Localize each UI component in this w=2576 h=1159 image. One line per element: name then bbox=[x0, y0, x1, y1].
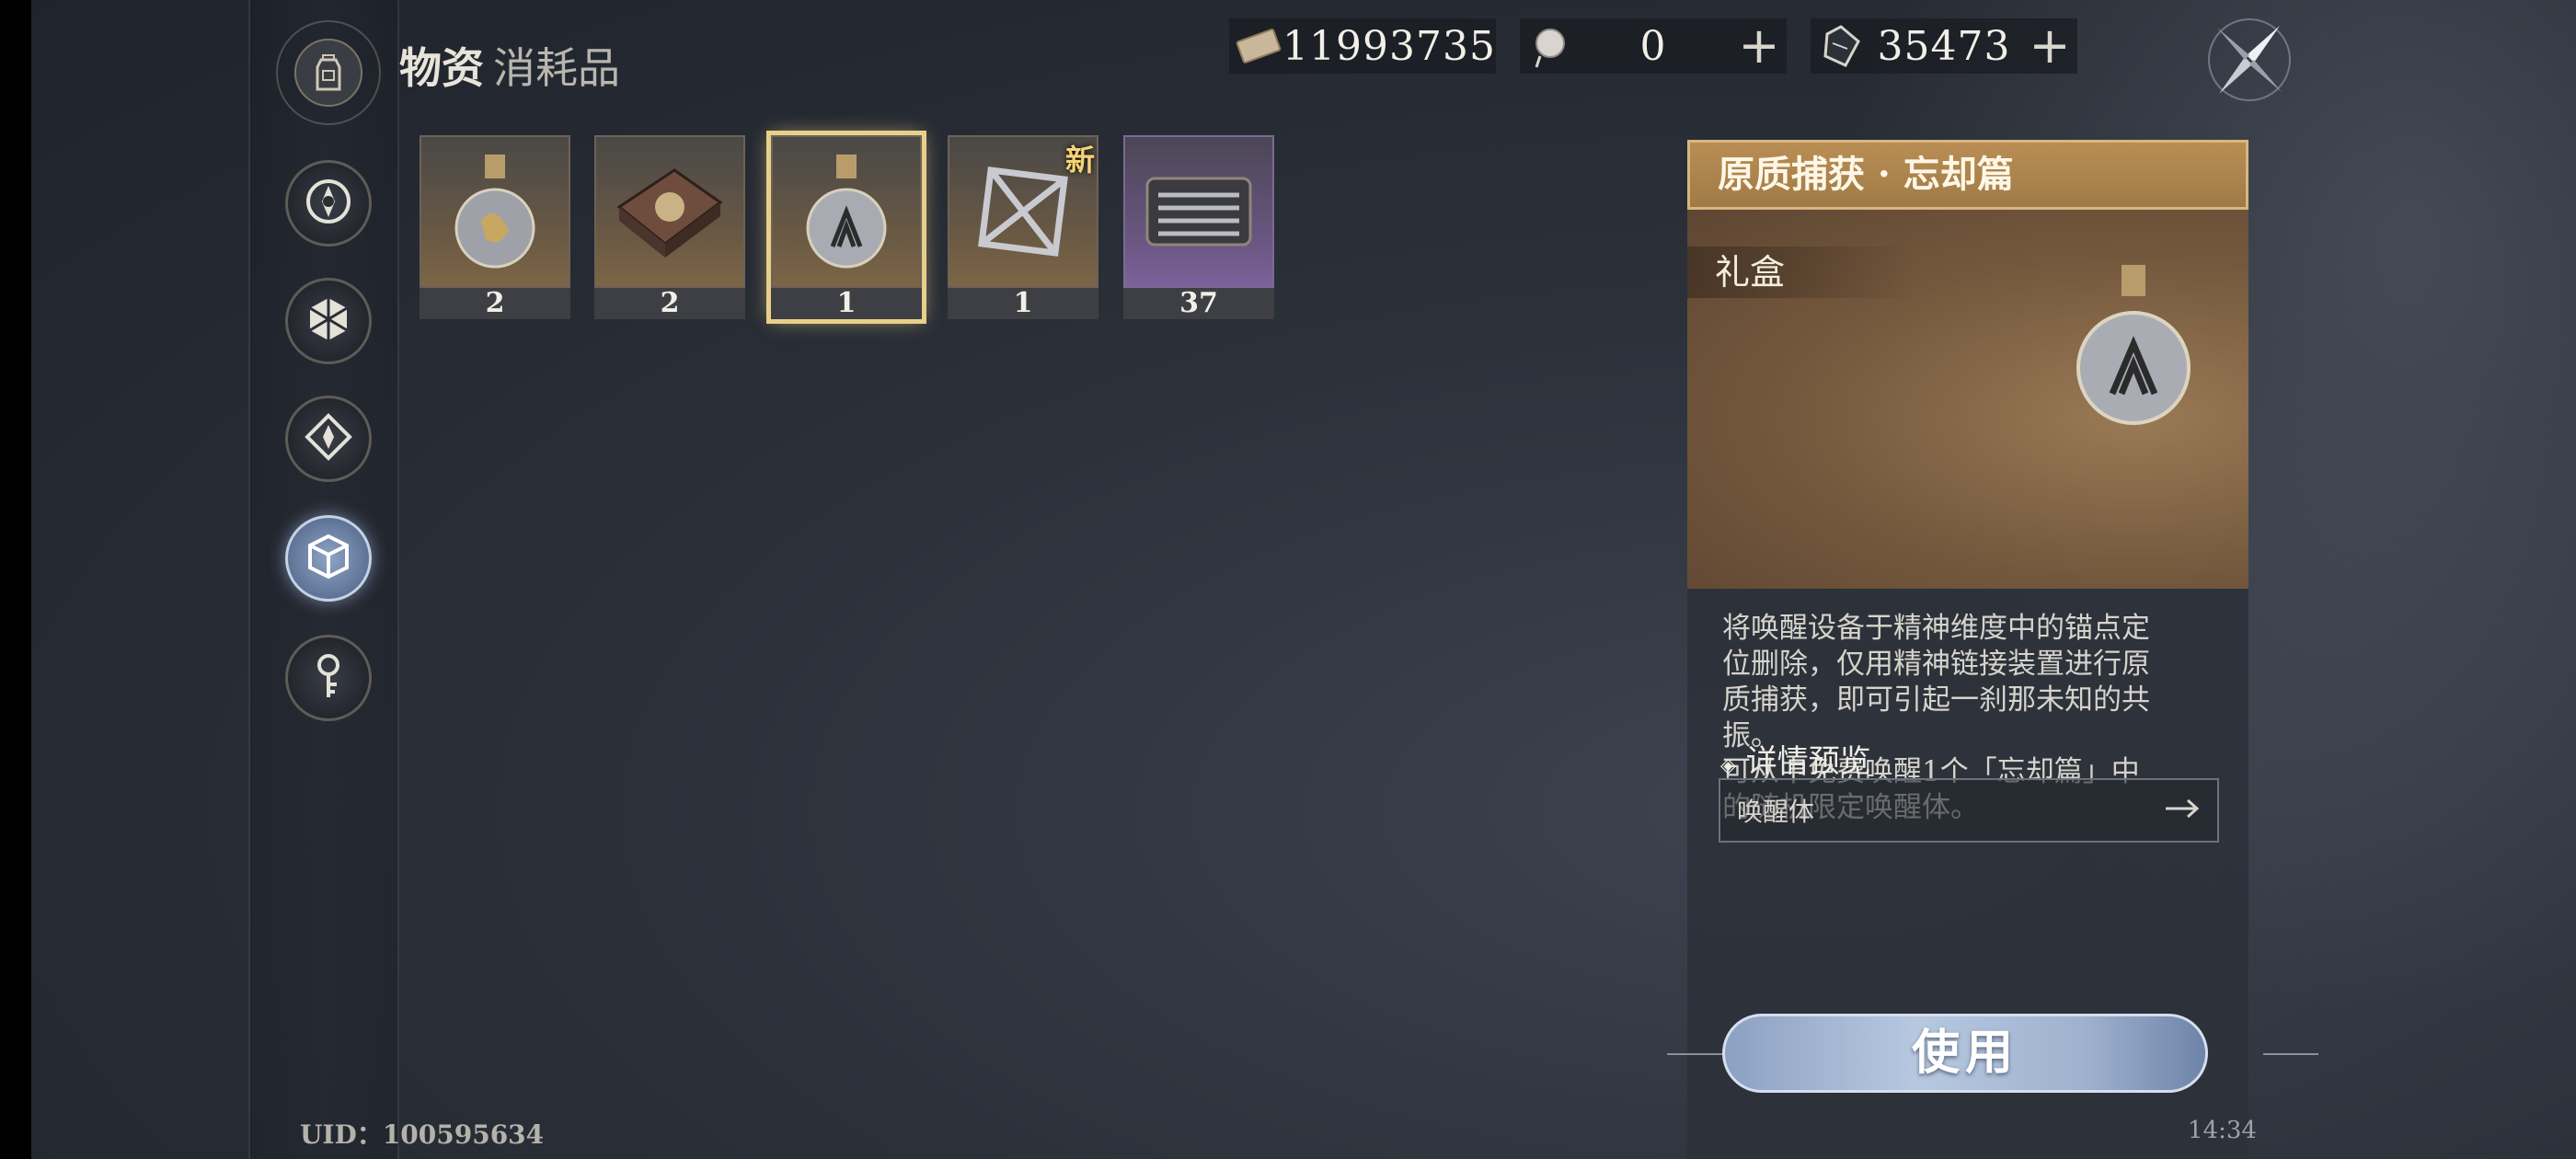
bag-emblem-icon bbox=[276, 20, 381, 125]
nav-button-4[interactable] bbox=[285, 515, 372, 602]
hexagon-icon bbox=[304, 294, 353, 348]
currency-ticket: 11993735 bbox=[1229, 18, 1496, 74]
compass-menu-button[interactable] bbox=[2199, 9, 2300, 110]
inventory-item-5[interactable]: 37 bbox=[1123, 135, 1274, 319]
flask-icon bbox=[2055, 256, 2212, 440]
page-title-sub: 消耗品 bbox=[493, 43, 620, 93]
use-button[interactable]: 使用 bbox=[1722, 1014, 2208, 1093]
page-title: 物资 消耗品 bbox=[399, 35, 620, 96]
arrow-right-icon bbox=[2164, 796, 2201, 826]
crystal-value: 35473 bbox=[1877, 22, 2011, 70]
screen-edge bbox=[0, 0, 31, 1159]
currency-orb: 0 + bbox=[1520, 18, 1787, 74]
flask-icon bbox=[420, 135, 570, 288]
flask-icon bbox=[771, 135, 922, 288]
item-count: 37 bbox=[1123, 288, 1274, 319]
inventory-item-3[interactable]: 1 bbox=[766, 131, 926, 324]
nav-button-5[interactable] bbox=[285, 635, 372, 721]
new-badge: 新 bbox=[1064, 143, 1095, 178]
preview-item-label: 唤醒体 bbox=[1737, 797, 1815, 827]
nav-button-2[interactable] bbox=[285, 278, 372, 364]
item-category: 礼盒 bbox=[1687, 247, 1917, 298]
crystal-icon bbox=[1816, 21, 1866, 71]
book-icon bbox=[594, 135, 745, 288]
detail-preview-label: ◈ 详情预览 bbox=[1720, 736, 1871, 781]
inventory-item-1[interactable]: 2 bbox=[420, 135, 570, 319]
use-button-deco-left bbox=[1667, 1053, 1722, 1055]
item-count: 1 bbox=[771, 288, 922, 319]
diamond-bullet-icon: ◈ bbox=[1720, 754, 1736, 777]
ticket-icon bbox=[1235, 21, 1282, 71]
key-icon bbox=[304, 651, 353, 705]
nav-button-3[interactable] bbox=[285, 396, 372, 482]
item-count: 2 bbox=[594, 288, 745, 319]
detail-preview-text: 详情预览 bbox=[1745, 743, 1871, 780]
nav-button-1[interactable] bbox=[285, 160, 372, 247]
page-title-main: 物资 bbox=[399, 43, 484, 93]
item-detail-panel: 原质捕获 · 忘却篇 礼盒 将唤醒设备于精神维度中的锚点定 位删除，仅用精神链接… bbox=[1687, 140, 2248, 1159]
orb-value: 0 bbox=[1639, 22, 1667, 70]
clock-time: 14:34 bbox=[2188, 1117, 2257, 1144]
inventory-item-2[interactable]: 2 bbox=[594, 135, 745, 319]
diamond-icon bbox=[304, 412, 353, 465]
user-id: UID：100595634 bbox=[300, 1119, 545, 1150]
gear-emblem-icon bbox=[304, 177, 353, 230]
use-button-deco-right bbox=[2263, 1053, 2318, 1055]
preview-link-row[interactable]: 唤醒体 bbox=[1719, 778, 2219, 843]
cube-icon bbox=[304, 532, 353, 585]
currency-crystal: 35473 + bbox=[1811, 18, 2077, 74]
item-title: 原质捕获 · 忘却篇 bbox=[1687, 140, 2248, 210]
orb-add-button[interactable]: + bbox=[1731, 21, 1787, 71]
crystal-add-button[interactable]: + bbox=[2022, 21, 2077, 71]
tool-kit-icon bbox=[1123, 135, 1274, 288]
orb-icon bbox=[1525, 21, 1575, 71]
item-banner: 礼盒 bbox=[1687, 210, 2248, 589]
item-count: 1 bbox=[948, 288, 1098, 319]
item-count: 2 bbox=[420, 288, 570, 319]
inventory-item-4[interactable]: 新 1 bbox=[948, 135, 1098, 319]
ticket-value: 11993735 bbox=[1282, 22, 1496, 70]
